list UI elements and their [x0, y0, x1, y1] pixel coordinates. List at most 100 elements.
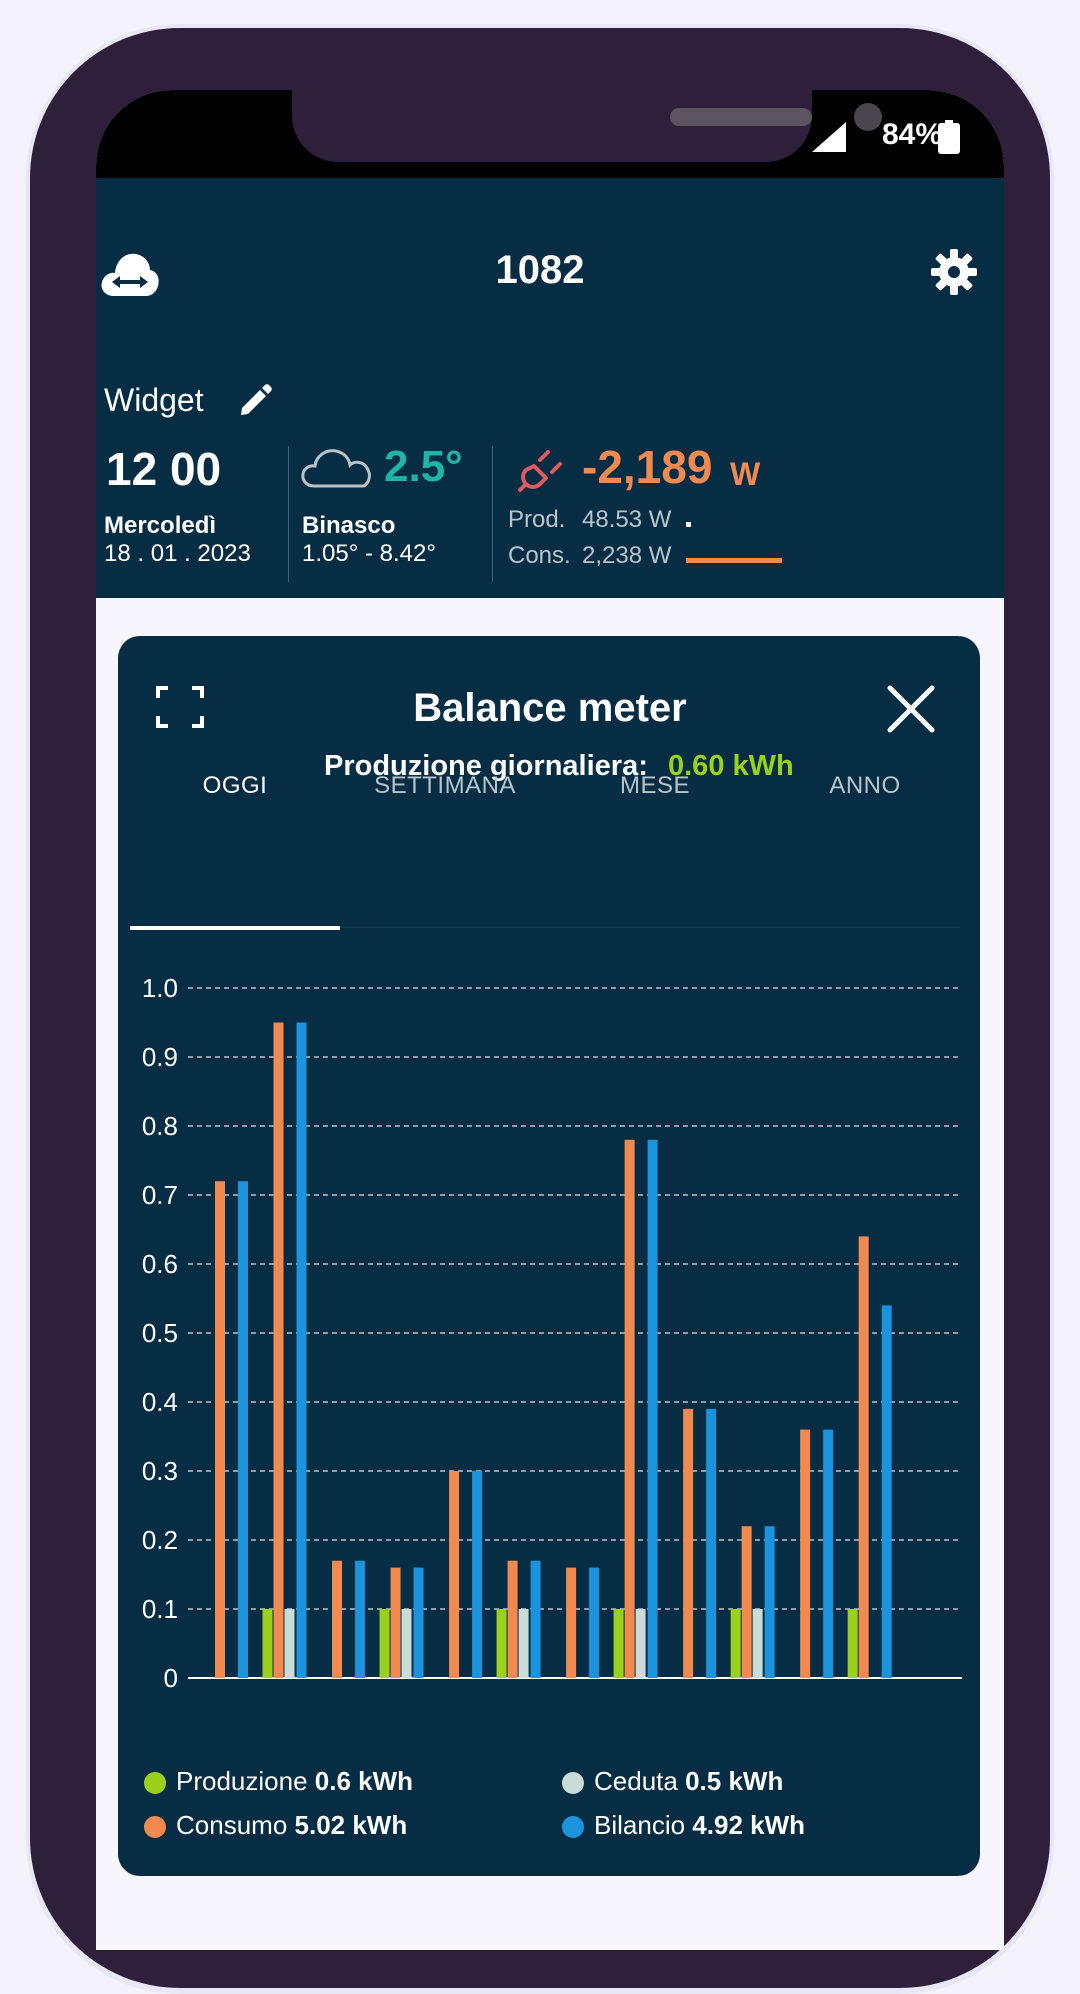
legend-dot-consumo	[144, 1816, 166, 1838]
widget-label: Widget	[104, 382, 204, 418]
bar-produzione	[496, 1609, 507, 1678]
bar-bilancio	[647, 1139, 658, 1678]
tab-oggi[interactable]: OGGI	[130, 772, 340, 800]
bar-consumo	[273, 1022, 284, 1678]
prod-value: 48.53 W	[582, 506, 672, 533]
x-tick-label: 5	[511, 1705, 527, 1710]
bar-bilancio	[530, 1560, 541, 1678]
front-camera	[854, 103, 882, 131]
bar-consumo	[683, 1408, 694, 1678]
bar-bilancio	[764, 1526, 775, 1678]
bar-consumo	[741, 1526, 752, 1678]
divider	[288, 446, 289, 582]
weather-temp-range: 1.05° - 8.42°	[302, 540, 436, 567]
weather-city: Binasco	[302, 512, 396, 539]
notch	[292, 90, 882, 162]
legend-dot-ceduta	[562, 1772, 584, 1794]
close-icon[interactable]	[886, 684, 936, 734]
legend-consumo-value: 5.02 kWh	[294, 1810, 408, 1840]
power-value: -2,189	[582, 441, 713, 493]
bar-consumo	[624, 1139, 635, 1678]
bar-consumo	[390, 1567, 401, 1678]
x-tick-label: 2	[335, 1705, 351, 1710]
bar-consumo	[332, 1560, 343, 1678]
battery-percentage: 84%	[881, 118, 942, 151]
y-tick-label: 0.2	[142, 1525, 178, 1555]
bar-bilancio	[355, 1560, 366, 1678]
gear-icon[interactable]	[930, 248, 978, 296]
y-tick-label: 0.3	[142, 1456, 178, 1486]
bar-consumo	[800, 1429, 811, 1678]
bar-bilancio	[589, 1567, 600, 1678]
x-tick-label: 7	[628, 1705, 644, 1710]
pencil-icon[interactable]	[238, 382, 272, 416]
battery-icon	[938, 120, 960, 154]
legend-bilancio-value: 4.92 kWh	[692, 1810, 806, 1840]
tab-underline	[340, 927, 960, 928]
bar-produzione	[379, 1609, 390, 1678]
y-tick-label: 0.8	[142, 1111, 178, 1141]
bar-bilancio	[413, 1567, 424, 1678]
bar-produzione	[613, 1609, 624, 1678]
legend-dot-bilancio	[562, 1816, 584, 1838]
divider	[492, 446, 493, 582]
tab-indicator	[130, 926, 340, 930]
legend-produzione: Produzione 0.6 kWh	[176, 1766, 413, 1797]
x-tick-label: 0	[218, 1705, 234, 1710]
cons-bar	[686, 558, 782, 563]
widget-time: 12 00	[106, 443, 222, 495]
bar-bilancio	[706, 1408, 717, 1678]
cons-label: Cons.	[508, 542, 571, 569]
legend-produzione-value: 0.6 kWh	[314, 1766, 414, 1796]
bar-bilancio	[823, 1429, 834, 1678]
signal-icon	[812, 122, 846, 152]
x-tick-label: 8	[686, 1705, 702, 1710]
legend-consumo-label: Consumo	[176, 1810, 288, 1840]
bar-ceduta	[518, 1609, 529, 1678]
bar-ceduta	[752, 1609, 763, 1678]
fullscreen-icon[interactable]	[156, 686, 204, 728]
tab-mese[interactable]: MESE	[550, 772, 760, 800]
tab-settimana[interactable]: SETTIMANA	[340, 772, 550, 800]
x-tick-label: 4	[452, 1705, 468, 1710]
bar-ceduta	[284, 1609, 295, 1678]
y-tick-label: 0.4	[142, 1387, 178, 1417]
speaker	[670, 108, 812, 126]
app-header	[96, 178, 1004, 598]
x-tick-label: 12	[913, 1705, 944, 1710]
x-tick-label: 6	[569, 1705, 585, 1710]
bar-ceduta	[635, 1609, 646, 1678]
x-tick-label: 11	[855, 1705, 884, 1710]
cons-value: 2,238 W	[582, 542, 672, 569]
bar-produzione	[262, 1609, 273, 1678]
y-tick-label: 0.1	[142, 1594, 178, 1624]
x-tick-label: 10	[796, 1705, 827, 1710]
prod-bar	[686, 522, 691, 527]
y-tick-label: 0.5	[142, 1318, 178, 1348]
x-tick-label: 3	[394, 1705, 410, 1710]
legend-ceduta: Ceduta 0.5 kWh	[594, 1766, 783, 1797]
legend-produzione-label: Produzione	[176, 1766, 308, 1796]
bar-produzione	[730, 1609, 741, 1678]
widget-day: Mercoledì	[104, 512, 217, 539]
legend-bilancio: Bilancio 4.92 kWh	[594, 1810, 805, 1841]
bar-consumo	[215, 1181, 225, 1678]
cloud-sync-icon[interactable]	[100, 246, 160, 300]
widget-date: 18 . 01 . 2023	[104, 540, 251, 567]
x-tick-label: 9	[745, 1705, 761, 1710]
prod-label: Prod.	[508, 506, 566, 533]
bar-produzione	[847, 1609, 858, 1678]
card-title: Balance meter	[413, 686, 687, 730]
cloud-icon	[301, 449, 371, 488]
bar-bilancio	[238, 1181, 248, 1678]
bar-ceduta	[401, 1609, 412, 1678]
y-tick-label: 0.6	[142, 1249, 178, 1279]
weather-temperature: 2.5°	[384, 442, 463, 491]
bar-bilancio	[296, 1022, 307, 1678]
legend-bilancio-label: Bilancio	[594, 1810, 686, 1840]
tab-anno[interactable]: ANNO	[760, 772, 970, 800]
x-tick-label: 1	[277, 1705, 293, 1710]
legend-ceduta-value: 0.5 kWh	[685, 1766, 784, 1796]
bar-consumo	[858, 1236, 869, 1678]
bar-consumo	[566, 1567, 577, 1678]
